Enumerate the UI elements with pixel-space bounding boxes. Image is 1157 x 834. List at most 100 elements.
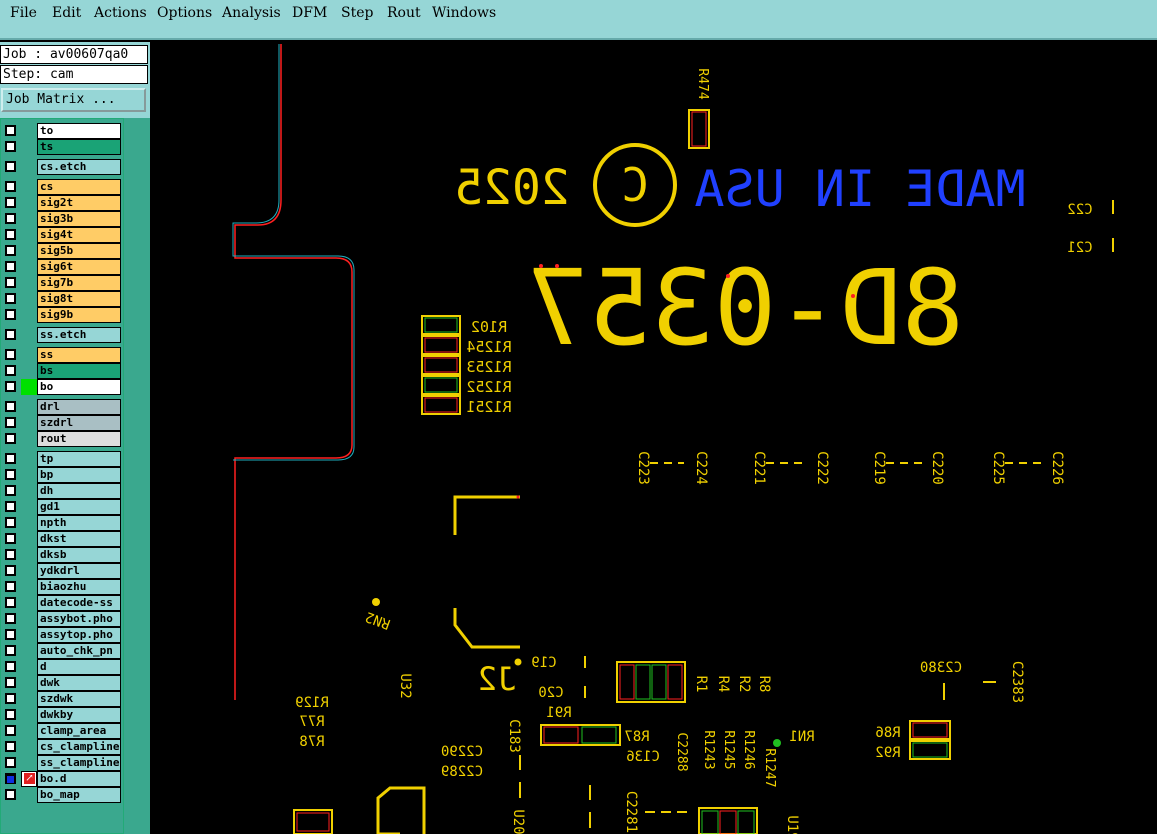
layer-row-datecode-ss[interactable]: datecode-ss <box>3 595 121 611</box>
layer-checkbox[interactable] <box>5 381 16 392</box>
layer-name[interactable]: sig9b <box>37 307 121 323</box>
layer-row-dh[interactable]: dh <box>3 483 121 499</box>
resistor-pack-r1-r8[interactable]: R1 R4 R2 R8 <box>616 661 772 703</box>
layer-row-npth[interactable]: npth <box>3 515 121 531</box>
layer-checkbox[interactable] <box>5 433 16 444</box>
layer-name[interactable]: ydkdrl <box>37 563 121 579</box>
layer-display-cell[interactable] <box>21 211 37 227</box>
resistor-stack[interactable] <box>421 315 461 415</box>
work-layer-icon[interactable]: ↗ <box>6 771 37 787</box>
layer-display-cell[interactable] <box>21 307 37 323</box>
layer-checkbox[interactable] <box>5 645 16 656</box>
layer-row-clamp-area[interactable]: clamp_area <box>3 723 121 739</box>
layer-checkbox[interactable] <box>5 725 16 736</box>
layer-name[interactable]: tp <box>37 451 121 467</box>
layer-row-dksb[interactable]: dksb <box>3 547 121 563</box>
job-matrix-button[interactable]: Job Matrix ... <box>1 88 146 112</box>
component-r86-r92[interactable]: R86 R92 <box>875 720 951 761</box>
layer-checkbox[interactable] <box>5 693 16 704</box>
layer-name[interactable]: rout <box>37 431 121 447</box>
layer-name[interactable]: d <box>37 659 121 675</box>
layer-display-cell[interactable] <box>21 611 37 627</box>
layer-checkbox[interactable] <box>5 309 16 320</box>
layer-name[interactable]: ts <box>37 139 121 155</box>
layer-display-cell[interactable] <box>21 467 37 483</box>
layer-name[interactable]: bo_map <box>37 787 121 803</box>
layer-name[interactable]: biaozhu <box>37 579 121 595</box>
layer-name[interactable]: clamp_area <box>37 723 121 739</box>
menu-step[interactable]: Step <box>341 5 373 21</box>
layer-row-bo[interactable]: bo <box>3 379 121 395</box>
layer-checkbox[interactable] <box>5 277 16 288</box>
layer-name[interactable]: dwkby <box>37 707 121 723</box>
layer-display-cell[interactable] <box>21 723 37 739</box>
layer-row-assybot-pho[interactable]: assybot.pho <box>3 611 121 627</box>
layer-display-cell[interactable] <box>21 327 37 343</box>
component-c2380-c2383[interactable]: C2380 C2383 <box>920 660 1025 703</box>
layer-display-cell[interactable] <box>21 347 37 363</box>
layer-display-cell[interactable] <box>21 195 37 211</box>
layer-checkbox[interactable] <box>5 349 16 360</box>
layer-checkbox[interactable] <box>5 485 16 496</box>
layer-name[interactable]: ss.etch <box>37 327 121 343</box>
layer-checkbox[interactable] <box>5 757 16 768</box>
layer-row-bo-map[interactable]: bo_map <box>3 787 121 803</box>
layer-name[interactable]: cs.etch <box>37 159 121 175</box>
layer-name[interactable]: sig3b <box>37 211 121 227</box>
layer-checkbox[interactable] <box>5 365 16 376</box>
layer-row-ss[interactable]: ss <box>3 347 121 363</box>
layer-display-cell[interactable] <box>21 755 37 771</box>
component-rn2[interactable]: RN2 <box>363 598 393 632</box>
layer-display-cell[interactable] <box>21 547 37 563</box>
layer-name[interactable]: assytop.pho <box>37 627 121 643</box>
connector-j2[interactable] <box>453 495 522 666</box>
layer-name[interactable]: dkst <box>37 531 121 547</box>
layer-checkbox[interactable] <box>5 469 16 480</box>
layer-name[interactable]: dh <box>37 483 121 499</box>
layer-display-cell[interactable] <box>21 739 37 755</box>
layer-display-cell[interactable] <box>21 515 37 531</box>
layer-row-gd1[interactable]: gd1 <box>3 499 121 515</box>
layer-row-bs[interactable]: bs <box>3 363 121 379</box>
layer-display-cell[interactable] <box>21 415 37 431</box>
layer-checkbox[interactable] <box>5 401 16 412</box>
layer-row-drl[interactable]: drl <box>3 399 121 415</box>
layer-row-sig4t[interactable]: sig4t <box>3 227 121 243</box>
layer-display-cell[interactable] <box>21 579 37 595</box>
layer-checkbox[interactable] <box>5 565 16 576</box>
layer-name[interactable]: cs_clampline <box>37 739 121 755</box>
layer-row-sig2t[interactable]: sig2t <box>3 195 121 211</box>
layer-display-cell[interactable] <box>21 379 37 395</box>
layer-display-cell[interactable] <box>21 531 37 547</box>
layer-name[interactable]: auto_chk_pn <box>37 643 121 659</box>
layer-checkbox[interactable] <box>5 329 16 340</box>
layer-name[interactable]: sig2t <box>37 195 121 211</box>
layer-checkbox[interactable] <box>5 549 16 560</box>
layer-row-to[interactable]: to <box>3 123 121 139</box>
layer-display-cell[interactable] <box>21 275 37 291</box>
menu-actions[interactable]: Actions <box>94 5 147 21</box>
layer-display-cell[interactable] <box>21 139 37 155</box>
component-r91-r87[interactable]: R91 R87 C136 <box>540 705 660 765</box>
layer-display-cell[interactable] <box>21 179 37 195</box>
layer-row-bp[interactable]: bp <box>3 467 121 483</box>
layer-checkbox[interactable] <box>5 181 16 192</box>
layer-row-cs[interactable]: cs <box>3 179 121 195</box>
layer-display-cell[interactable] <box>21 595 37 611</box>
layer-name[interactable]: sig5b <box>37 243 121 259</box>
menu-dfm[interactable]: DFM <box>292 5 327 21</box>
layer-checkbox[interactable] <box>5 417 16 428</box>
layer-checkbox[interactable] <box>5 597 16 608</box>
component-c19-c20[interactable]: C19 C20 <box>531 655 586 701</box>
pcb-view[interactable]: MADE IN USA C 2025 8D-0357 R474 C22 C21 <box>150 42 1157 834</box>
layer-name[interactable]: ss_clampline <box>37 755 121 771</box>
layer-name[interactable]: bs <box>37 363 121 379</box>
layer-display-cell[interactable] <box>21 675 37 691</box>
layer-name[interactable]: szdrl <box>37 415 121 431</box>
layer-display-cell[interactable] <box>21 499 37 515</box>
layer-row-ss-etch[interactable]: ss.etch <box>3 327 121 343</box>
layer-name[interactable]: to <box>37 123 121 139</box>
layer-display-cell[interactable] <box>21 787 37 803</box>
layer-display-cell[interactable] <box>21 659 37 675</box>
layer-name[interactable]: bp <box>37 467 121 483</box>
